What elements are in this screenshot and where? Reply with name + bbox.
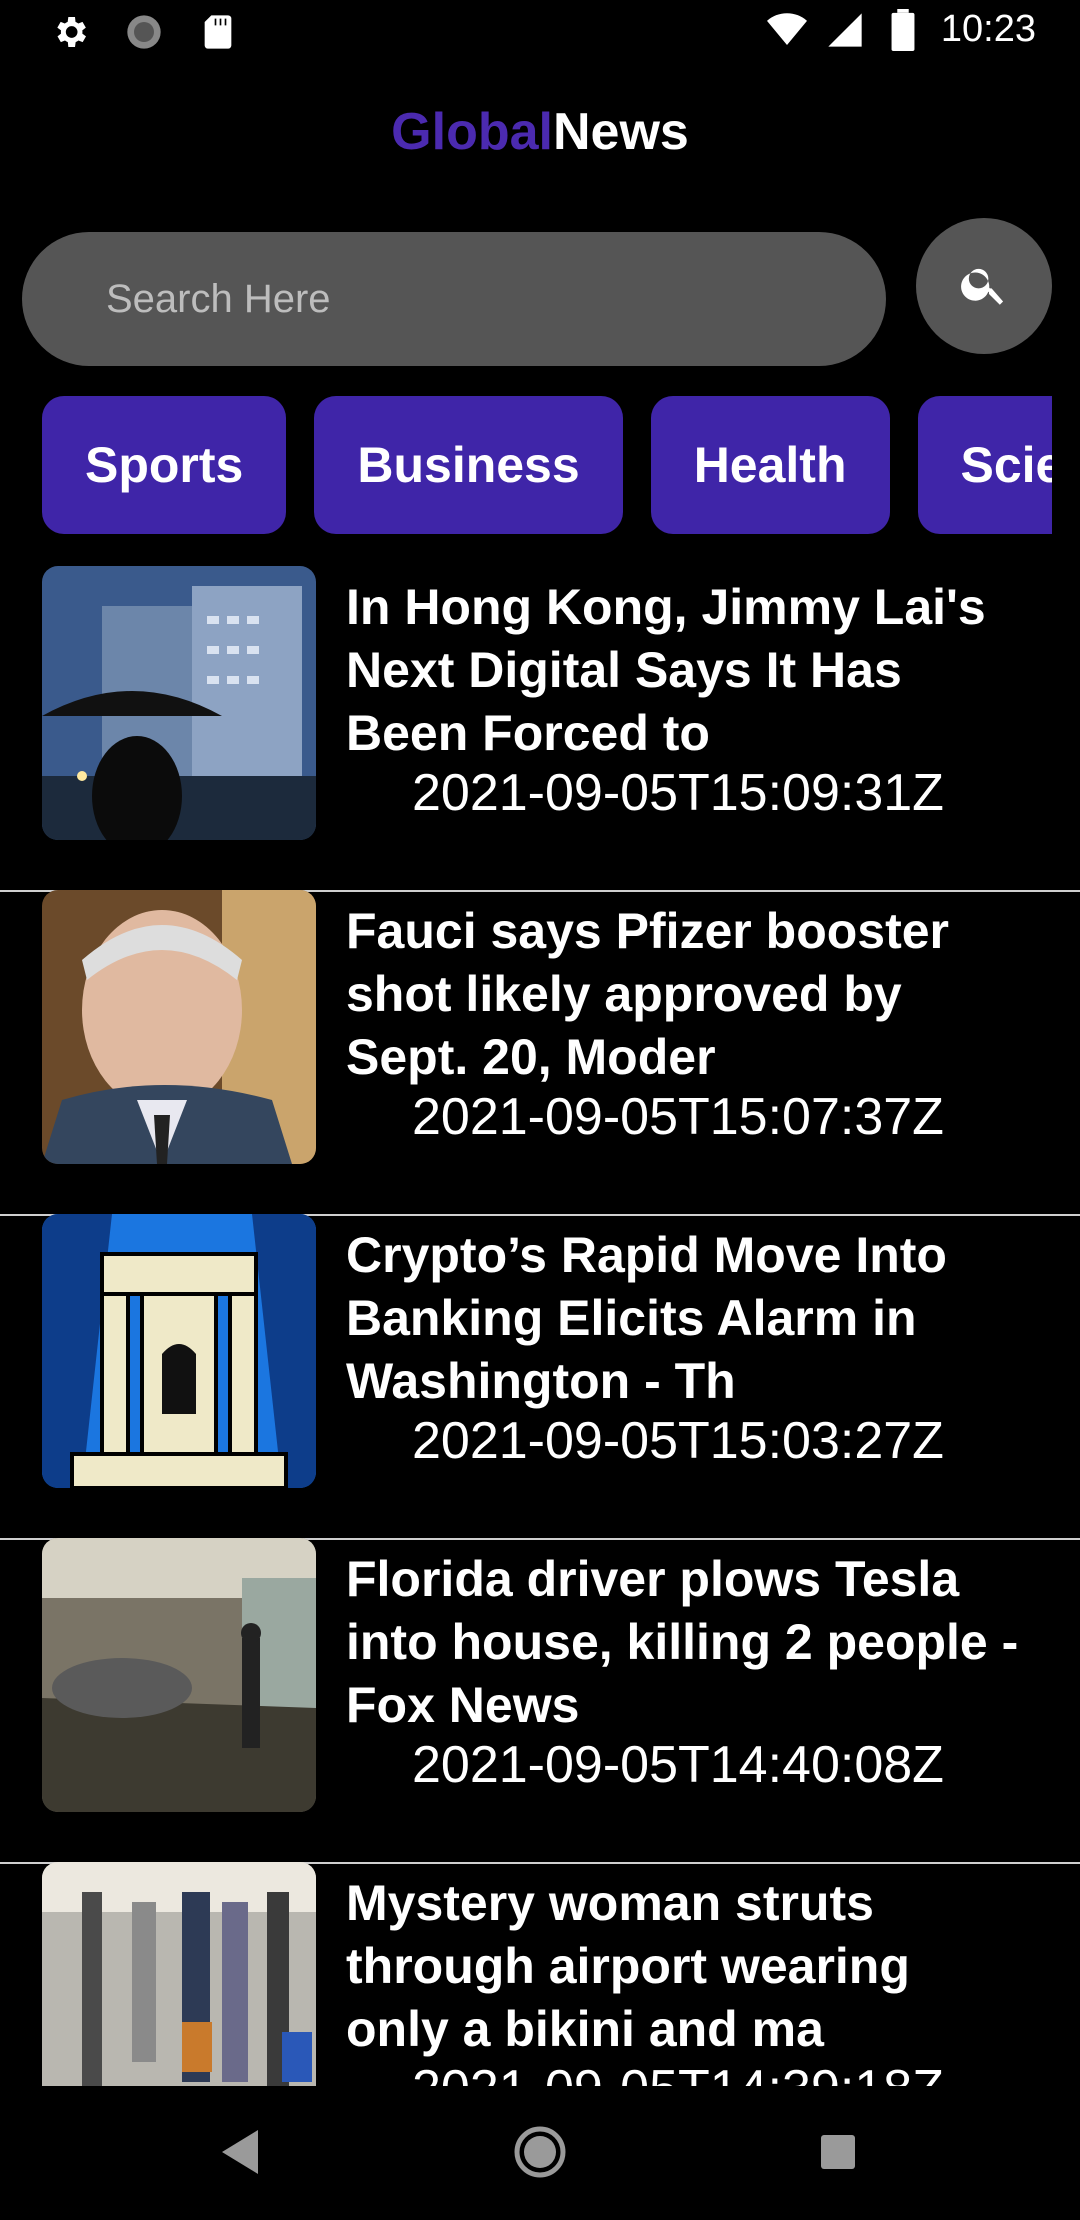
app-title-global: Global xyxy=(391,103,553,161)
circle-dots-icon xyxy=(124,12,164,52)
home-button[interactable] xyxy=(508,2122,572,2186)
article-item[interactable]: Florida driver plows Tesla into house, k… xyxy=(0,1538,1080,1864)
article-thumbnail xyxy=(42,1214,316,1488)
article-list: In Hong Kong, Jimmy Lai's Next Digital S… xyxy=(0,566,1080,2086)
article-headline: In Hong Kong, Jimmy Lai's Next Digital S… xyxy=(346,579,986,761)
back-icon xyxy=(222,2129,262,2179)
status-time: 10:23 xyxy=(940,8,1036,50)
search-input[interactable] xyxy=(104,275,808,323)
article-item[interactable]: Mystery woman struts through airport wea… xyxy=(0,1862,1080,2086)
battery-icon xyxy=(883,8,923,51)
article-item[interactable]: Crypto’s Rapid Move Into Banking Elicits… xyxy=(0,1214,1080,1540)
app-title: GlobalNews xyxy=(0,102,1080,162)
article-date: 2021-09-05T14:39:18Z xyxy=(412,2058,944,2086)
article-thumbnail xyxy=(42,1862,316,2086)
category-sports[interactable]: Sports xyxy=(42,396,287,534)
article-headline: Fauci says Pfizer booster shot likely ap… xyxy=(346,903,950,1085)
article-date: 2021-09-05T15:03:27Z xyxy=(412,1412,944,1470)
article-headline: Mystery woman struts through airport wea… xyxy=(346,1875,910,2057)
home-icon xyxy=(513,2125,567,2184)
article-date: 2021-09-05T15:09:31Z xyxy=(412,764,944,822)
article-thumbnail xyxy=(42,566,316,840)
article-date: 2021-09-05T14:40:08Z xyxy=(412,1736,944,1794)
recents-icon xyxy=(819,2133,857,2176)
recents-button[interactable] xyxy=(806,2122,870,2186)
category-health[interactable]: Health xyxy=(650,396,890,534)
status-bar: 10:23 xyxy=(0,0,1080,66)
category-business[interactable]: Business xyxy=(314,396,623,534)
signal-icon xyxy=(825,10,865,50)
article-headline: Florida driver plows Tesla into house, k… xyxy=(346,1551,1019,1733)
article-thumbnail xyxy=(42,1538,316,1812)
wifi-icon xyxy=(766,10,807,50)
search-icon xyxy=(958,258,1010,315)
article-thumbnail xyxy=(42,890,316,1164)
category-chips: SportsBusinessHealthScience xyxy=(42,396,1052,534)
search-button[interactable] xyxy=(916,218,1052,354)
sd-card-icon xyxy=(198,12,238,52)
category-science[interactable]: Science xyxy=(917,396,1052,534)
article-headline: Crypto’s Rapid Move Into Banking Elicits… xyxy=(346,1227,947,1409)
gear-icon xyxy=(50,12,90,52)
article-item[interactable]: In Hong Kong, Jimmy Lai's Next Digital S… xyxy=(0,566,1080,892)
app-title-news: News xyxy=(552,103,689,161)
back-button[interactable] xyxy=(210,2122,274,2186)
article-item[interactable]: Fauci says Pfizer booster shot likely ap… xyxy=(0,890,1080,1216)
search-bar[interactable] xyxy=(22,232,886,366)
nav-bar xyxy=(0,2088,1080,2220)
article-date: 2021-09-05T15:07:37Z xyxy=(412,1088,944,1146)
